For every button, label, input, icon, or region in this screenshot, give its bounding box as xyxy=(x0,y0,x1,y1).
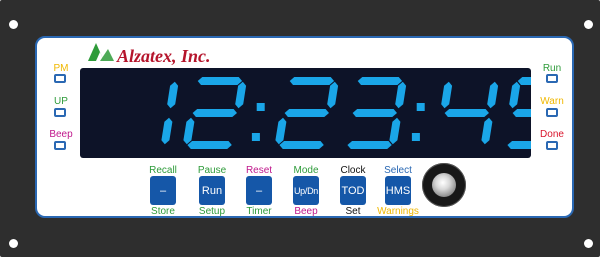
segment-g xyxy=(352,109,397,117)
segment-c xyxy=(389,117,401,145)
select-label: Select xyxy=(384,165,412,176)
time-display-digits xyxy=(161,77,531,149)
colon-dot-0-0 xyxy=(256,103,265,111)
segment-b xyxy=(487,81,499,109)
segment-b xyxy=(395,81,407,109)
segment-b xyxy=(235,81,247,109)
segment-g xyxy=(284,109,329,117)
indicator-label-up: UP xyxy=(54,96,68,107)
segment-d xyxy=(187,141,232,149)
segment-d xyxy=(279,141,324,149)
timer-reset-button[interactable]: – xyxy=(246,176,272,205)
colon-dot-1-0 xyxy=(416,103,425,111)
indicator-led-pm xyxy=(54,74,66,83)
segment-e xyxy=(183,117,195,145)
screw-top-left-icon xyxy=(9,20,18,29)
indicator-led-beep xyxy=(54,141,66,150)
device-panel: Alzatex, Inc. PM UP Beep Run Warn Done R… xyxy=(0,0,600,257)
segment-d xyxy=(347,141,392,149)
time-digit-0 xyxy=(161,81,179,145)
segment-a xyxy=(289,77,335,85)
rotary-knob[interactable] xyxy=(422,163,466,207)
segment-f xyxy=(509,81,521,109)
segment-g xyxy=(512,109,531,117)
indicator-label-done: Done xyxy=(540,129,564,140)
alzatex-logo-icon xyxy=(88,43,114,61)
hms-button[interactable]: HMS xyxy=(385,176,411,205)
up-dn-button[interactable]: Up/Dn xyxy=(293,176,319,205)
segment-c xyxy=(161,117,173,145)
segment-f xyxy=(441,81,453,109)
indicator-led-done xyxy=(546,141,558,150)
screw-bottom-left-icon xyxy=(9,239,18,248)
segment-b xyxy=(327,81,339,109)
screw-top-right-icon xyxy=(584,20,593,29)
segment-a xyxy=(517,77,531,85)
screw-bottom-right-icon xyxy=(584,239,593,248)
segment-a xyxy=(357,77,403,85)
indicator-label-beep: Beep xyxy=(49,129,73,140)
indicator-led-run xyxy=(546,74,558,83)
warnings-label: Warnings xyxy=(377,206,419,217)
run-button[interactable]: Run xyxy=(199,176,225,205)
time-digit-5 xyxy=(507,77,531,149)
time-digit-2 xyxy=(275,77,339,149)
colon-dot-0-1 xyxy=(251,133,260,141)
time-digit-1 xyxy=(183,77,247,149)
time-digit-3 xyxy=(347,77,407,149)
colon-dot-1-1 xyxy=(411,133,420,141)
segment-g xyxy=(192,109,237,117)
segment-b xyxy=(167,81,179,109)
indicator-led-up xyxy=(54,108,66,117)
indicator-label-pm: PM xyxy=(53,63,69,74)
segment-d xyxy=(507,141,531,149)
segment-c xyxy=(481,117,493,145)
indicator-label-run: Run xyxy=(542,63,562,74)
tod-button[interactable]: TOD xyxy=(340,176,366,205)
segment-g xyxy=(444,109,489,117)
indicator-label-warn: Warn xyxy=(540,96,564,107)
time-display xyxy=(80,68,531,158)
knob-cap-icon xyxy=(432,173,456,197)
time-digit-4 xyxy=(441,81,499,145)
segment-a xyxy=(197,77,243,85)
indicator-led-warn xyxy=(546,108,558,117)
company-name: Alzatex, Inc. xyxy=(117,46,211,66)
segment-e xyxy=(275,117,287,145)
store-recall-button[interactable]: – xyxy=(150,176,176,205)
